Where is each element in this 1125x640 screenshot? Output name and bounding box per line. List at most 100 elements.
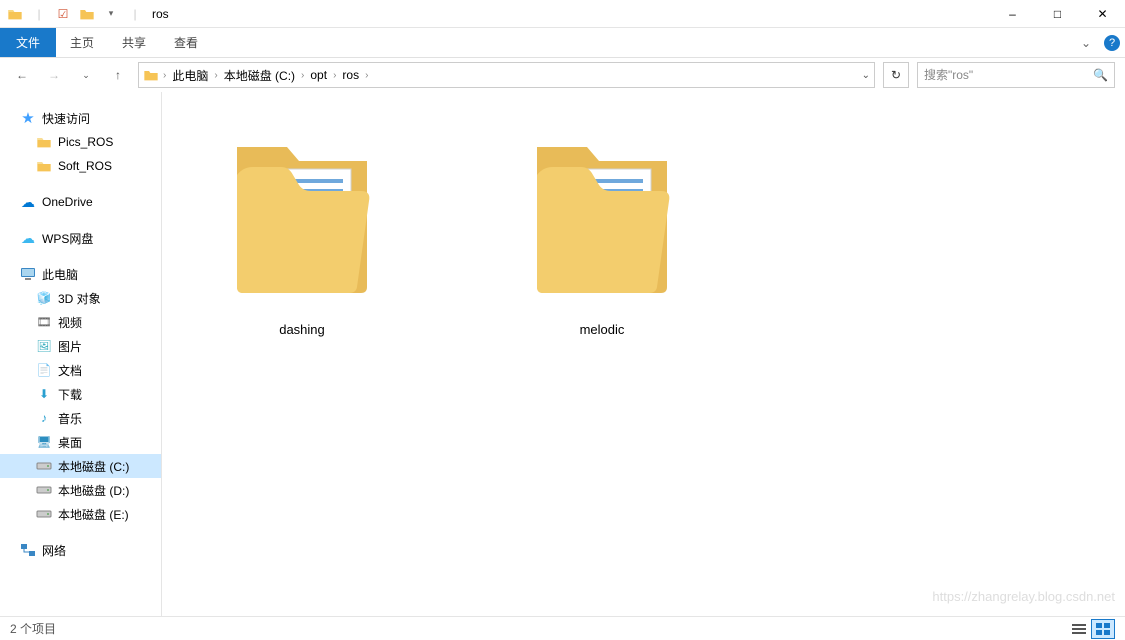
folder-icon [512, 112, 692, 312]
3d-icon: 🧊 [36, 290, 52, 306]
sidebar-item-Soft_ROS[interactable]: Soft_ROS [0, 154, 161, 178]
qat-properties-icon[interactable]: ☑ [52, 3, 74, 25]
sidebar-item-label: 本地磁盘 (D:) [58, 482, 129, 499]
cloud-icon: ☁ [20, 230, 36, 246]
sidebar-item-快速访问[interactable]: ★ 快速访问 [0, 106, 161, 130]
search-field[interactable] [924, 68, 1093, 82]
chevron-right-icon[interactable]: › [365, 70, 368, 81]
window-controls: – □ ✕ [990, 0, 1125, 28]
large-icons-view-button[interactable] [1091, 619, 1115, 639]
ribbon-collapse-icon[interactable]: ⌄ [1073, 36, 1099, 50]
drive-icon [36, 458, 52, 474]
quick-access-toolbar: | ☑ ▾ | [0, 3, 146, 25]
qat-divider-icon: | [28, 3, 50, 25]
watermark: https://zhangrelay.blog.csdn.net [932, 589, 1115, 604]
sidebar-item-label: 本地磁盘 (E:) [58, 506, 129, 523]
video-icon: 🎞 [36, 314, 52, 330]
address-dropdown-icon[interactable]: ⌄ [862, 70, 870, 81]
sidebar-item-视频[interactable]: 🎞 视频 [0, 310, 161, 334]
tab-home[interactable]: 主页 [56, 28, 108, 57]
sidebar-item-label: OneDrive [42, 195, 93, 209]
folder-item-melodic[interactable]: melodic [492, 112, 712, 337]
tab-share[interactable]: 共享 [108, 28, 160, 57]
minimize-button[interactable]: – [990, 0, 1035, 28]
sidebar-item-label: 此电脑 [42, 266, 78, 283]
cloud-icon: ☁ [20, 194, 36, 210]
sidebar-item-label: 3D 对象 [58, 290, 101, 307]
qat-pipe: | [124, 3, 146, 25]
chevron-right-icon[interactable]: › [301, 70, 304, 81]
folder-icon [212, 112, 392, 312]
details-view-button[interactable] [1067, 619, 1091, 639]
help-icon[interactable]: ? [1099, 35, 1125, 51]
sidebar-item-label: 快速访问 [42, 110, 90, 127]
drive-icon [36, 506, 52, 522]
crumb-c[interactable]: 本地磁盘 (C:) [222, 65, 297, 86]
file-list[interactable]: dashing melodic [162, 92, 1125, 616]
download-icon: ⬇ [36, 386, 52, 402]
chevron-right-icon[interactable]: › [333, 70, 336, 81]
sidebar-item-label: 桌面 [58, 434, 82, 451]
sidebar-item-桌面[interactable]: 🖥 桌面 [0, 430, 161, 454]
music-icon: ♪ [36, 410, 52, 426]
sidebar-item-label: Soft_ROS [58, 159, 112, 173]
up-button[interactable]: ↑ [106, 63, 130, 87]
status-bar: 2 个项目 [0, 616, 1125, 640]
sidebar-item-本地磁盘 (D:)[interactable]: 本地磁盘 (D:) [0, 478, 161, 502]
pc-icon [20, 266, 36, 282]
sidebar-item-音乐[interactable]: ♪ 音乐 [0, 406, 161, 430]
sidebar-item-下载[interactable]: ⬇ 下载 [0, 382, 161, 406]
folder-item-dashing[interactable]: dashing [192, 112, 412, 337]
sidebar-item-本地磁盘 (C:)[interactable]: 本地磁盘 (C:) [0, 454, 161, 478]
drive-icon [36, 482, 52, 498]
back-button[interactable]: ← [10, 63, 34, 87]
sidebar-item-此电脑[interactable]: 此电脑 [0, 262, 161, 286]
folder-icon [36, 134, 52, 150]
sidebar-item-3D 对象[interactable]: 🧊 3D 对象 [0, 286, 161, 310]
sidebar-item-图片[interactable]: 🖼 图片 [0, 334, 161, 358]
crumb-opt[interactable]: opt [308, 66, 329, 84]
sidebar-item-label: 文档 [58, 362, 82, 379]
sidebar-item-网络[interactable]: 网络 [0, 538, 161, 562]
search-icon[interactable]: 🔍 [1093, 68, 1108, 82]
folder-icon [143, 68, 159, 82]
folder-label: melodic [580, 322, 625, 337]
refresh-button[interactable]: ↻ [883, 62, 909, 88]
sidebar-item-label: 本地磁盘 (C:) [58, 458, 129, 475]
search-input[interactable]: 🔍 [917, 62, 1115, 88]
forward-button[interactable]: → [42, 63, 66, 87]
crumb-pc[interactable]: 此电脑 [170, 65, 210, 86]
ribbon-tabs: 文件 主页 共享 查看 ⌄ ? [0, 28, 1125, 58]
doc-icon: 📄 [36, 362, 52, 378]
qat-newfolder-icon[interactable] [76, 3, 98, 25]
desktop-icon: 🖥 [36, 434, 52, 450]
picture-icon: 🖼 [36, 338, 52, 354]
sidebar-item-Pics_ROS[interactable]: Pics_ROS [0, 130, 161, 154]
sidebar-item-label: 视频 [58, 314, 82, 331]
sidebar-item-label: 下载 [58, 386, 82, 403]
tab-view[interactable]: 查看 [160, 28, 212, 57]
address-bar: ← → ⌄ ↑ › 此电脑 › 本地磁盘 (C:) › opt › ros › … [0, 58, 1125, 92]
close-button[interactable]: ✕ [1080, 0, 1125, 28]
sidebar-item-WPS网盘[interactable]: ☁ WPS网盘 [0, 226, 161, 250]
qat-dropdown-icon[interactable]: ▾ [100, 3, 122, 25]
qat-folder-icon[interactable] [4, 3, 26, 25]
sidebar-item-label: WPS网盘 [42, 230, 93, 247]
sidebar-item-OneDrive[interactable]: ☁ OneDrive [0, 190, 161, 214]
crumb-ros[interactable]: ros [340, 66, 361, 84]
sidebar-item-label: 图片 [58, 338, 82, 355]
sidebar-item-文档[interactable]: 📄 文档 [0, 358, 161, 382]
maximize-button[interactable]: □ [1035, 0, 1080, 28]
file-tab[interactable]: 文件 [0, 28, 56, 57]
navigation-pane: ★ 快速访问 Pics_ROS Soft_ROS ☁ OneDrive ☁ WPS网盘此电脑 🧊… [0, 92, 162, 616]
recent-locations-icon[interactable]: ⌄ [74, 63, 98, 87]
chevron-right-icon[interactable]: › [163, 70, 166, 81]
sidebar-item-label: Pics_ROS [58, 135, 113, 149]
sidebar-item-label: 音乐 [58, 410, 82, 427]
title-bar: | ☑ ▾ | ros – □ ✕ [0, 0, 1125, 28]
sidebar-item-本地磁盘 (E:)[interactable]: 本地磁盘 (E:) [0, 502, 161, 526]
star-icon: ★ [20, 110, 36, 126]
breadcrumb[interactable]: › 此电脑 › 本地磁盘 (C:) › opt › ros › ⌄ [138, 62, 875, 88]
chevron-right-icon[interactable]: › [214, 70, 217, 81]
network-icon [20, 542, 36, 558]
